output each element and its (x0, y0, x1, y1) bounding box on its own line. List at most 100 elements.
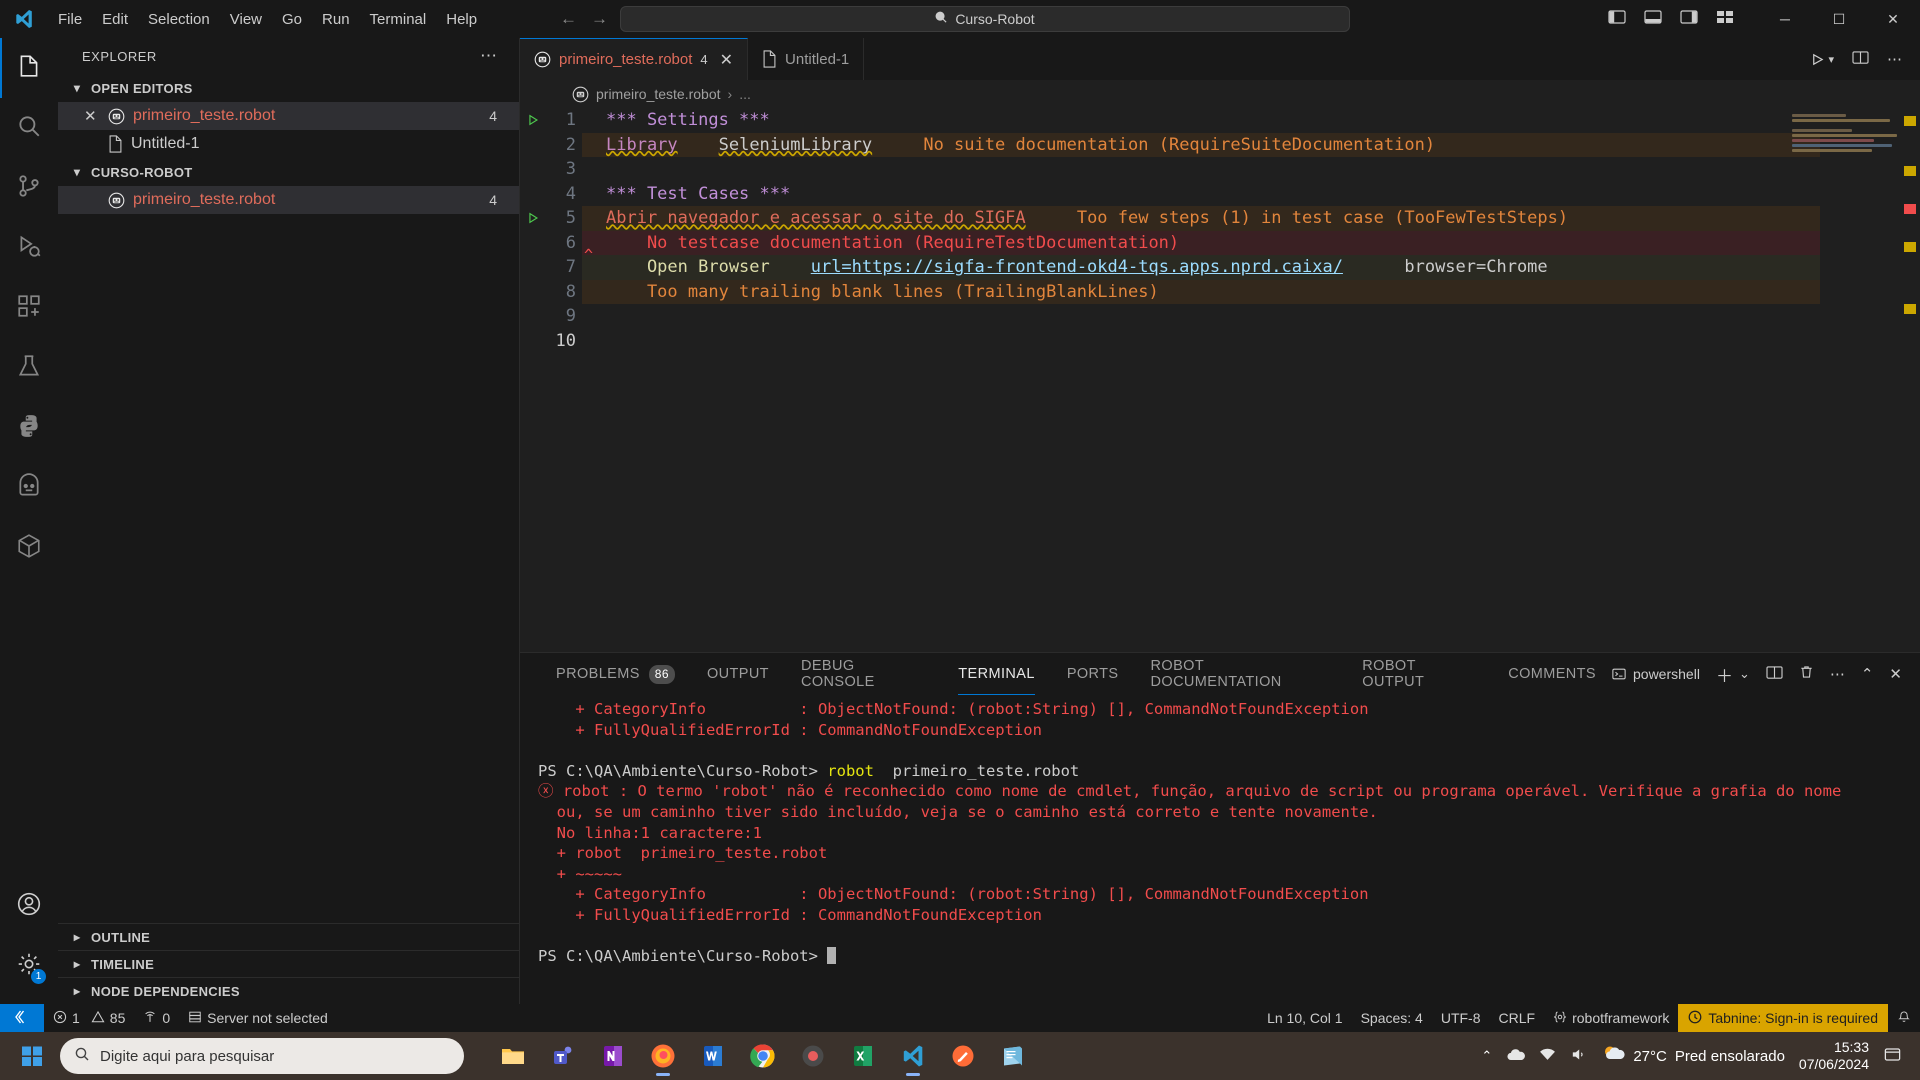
panel-tab-terminal[interactable]: TERMINAL (942, 653, 1051, 695)
sidebar-more-actions-icon[interactable]: ⋯ (480, 46, 499, 66)
command-center[interactable]: Curso-Robot (620, 6, 1350, 32)
panel-tab-problems[interactable]: PROBLEMS 86 (540, 653, 691, 695)
status-indentation[interactable]: Spaces: 4 (1352, 1004, 1432, 1032)
taskbar-app-file-explorer[interactable] (490, 1034, 536, 1078)
maximize-panel-icon[interactable]: ⌃ (1861, 665, 1874, 683)
line-content[interactable]: Library SeleniumLibrary No suite documen… (592, 133, 1920, 158)
terminal-shell-selector[interactable]: powershell (1612, 666, 1700, 682)
code-line[interactable]: 4 *** Test Cases *** (520, 182, 1920, 207)
breadcrumb[interactable]: primeiro_teste.robot › ... (520, 80, 1920, 108)
breadcrumb-file[interactable]: primeiro_teste.robot (596, 86, 721, 102)
line-content[interactable]: Open Browser url=https://sigfa-frontend-… (592, 255, 1920, 280)
onedrive-icon[interactable] (1506, 1045, 1526, 1067)
activity-package[interactable] (0, 518, 58, 578)
close-panel-icon[interactable]: ✕ (1889, 665, 1902, 683)
window-maximize-button[interactable]: ☐ (1812, 0, 1866, 38)
taskbar-app-firefox[interactable] (640, 1034, 686, 1078)
code-editor[interactable]: 1 *** Settings *** 2 Library SeleniumLibrar… (520, 108, 1920, 652)
notification-icon[interactable] (1883, 1045, 1902, 1067)
run-or-debug-button[interactable]: ▾ (1810, 52, 1834, 67)
terminal-output[interactable]: + CategoryInfo : ObjectNotFound: (robot:… (520, 695, 1920, 1004)
line-content[interactable]: *** Settings *** (592, 108, 1920, 133)
customize-layout-icon[interactable] (1716, 9, 1734, 29)
code-lines[interactable]: 1 *** Settings *** 2 Library SeleniumLibrar… (520, 108, 1920, 652)
close-icon[interactable]: ✕ (84, 107, 100, 125)
activity-source-control[interactable] (0, 158, 58, 218)
navigation-arrows[interactable]: ← → (560, 9, 608, 29)
remote-window-button[interactable] (0, 1004, 44, 1032)
layout-controls[interactable] (1608, 9, 1758, 29)
menu-help[interactable]: Help (436, 7, 487, 32)
panel-tab-robot-documentation[interactable]: ROBOT DOCUMENTATION (1135, 653, 1347, 695)
status-cursor-position[interactable]: Ln 10, Col 1 (1258, 1004, 1352, 1032)
line-content[interactable]: Abrir navegador e acessar o site do SIGF… (592, 206, 1920, 231)
editor-more-actions-icon[interactable]: ⋯ (1887, 50, 1902, 68)
file-primeiro-teste-robot[interactable]: primeiro_teste.robot 4 (58, 186, 519, 214)
window-minimize-button[interactable]: ─ (1758, 0, 1812, 38)
start-button[interactable] (8, 1036, 56, 1076)
status-encoding[interactable]: UTF-8 (1432, 1004, 1490, 1032)
section-open-editors[interactable]: ▾ OPEN EDITORS (58, 74, 519, 102)
section-curso-robot[interactable]: ▾ CURSO-ROBOT (58, 158, 519, 186)
editor-scrollbar[interactable] (1904, 108, 1918, 652)
taskbar-app-microsoft-teams[interactable] (540, 1034, 586, 1078)
terminal-dropdown-icon[interactable]: ⌄ (1739, 666, 1750, 682)
kill-terminal-icon[interactable] (1799, 664, 1814, 684)
activity-accounts[interactable] (0, 876, 58, 936)
new-terminal-button[interactable]: ＋ (1716, 662, 1733, 687)
menu-go[interactable]: Go (272, 7, 312, 32)
run-test-icon[interactable] (520, 113, 546, 127)
tab-primeiro-teste-robot[interactable]: primeiro_teste.robot 4 ✕ (520, 38, 749, 80)
network-icon[interactable] (1539, 1046, 1556, 1066)
line-content[interactable]: *** Test Cases *** (592, 182, 1920, 207)
window-close-button[interactable]: ✕ (1866, 0, 1920, 38)
code-line[interactable]: 10 (520, 329, 1920, 354)
go-forward-icon[interactable]: → (591, 9, 608, 29)
section-timeline[interactable]: ▸ TIMELINE (58, 950, 519, 977)
activity-testing[interactable] (0, 338, 58, 398)
taskbar-app-microsoft-word[interactable] (690, 1034, 736, 1078)
menu-edit[interactable]: Edit (92, 7, 138, 32)
breadcrumb-ellipsis[interactable]: ... (739, 86, 751, 102)
taskbar-clock[interactable]: 15:33 07/06/2024 (1799, 1039, 1869, 1073)
taskbar-search[interactable]: Digite aqui para pesquisar (60, 1038, 464, 1074)
panel-tab-ports[interactable]: PORTS (1051, 653, 1135, 695)
taskbar-app-recording[interactable] (790, 1034, 836, 1078)
taskbar-app-visual-studio-code[interactable] (890, 1034, 936, 1078)
panel-more-actions-icon[interactable]: ⋯ (1830, 665, 1845, 683)
status-notifications[interactable] (1888, 1004, 1920, 1032)
panel-tab-output[interactable]: OUTPUT (691, 653, 785, 695)
code-line[interactable]: 1 *** Settings *** (520, 108, 1920, 133)
menu-run[interactable]: Run (312, 7, 360, 32)
status-eol[interactable]: CRLF (1490, 1004, 1545, 1032)
panel-tab-comments[interactable]: COMMENTS (1492, 653, 1612, 695)
toggle-secondary-sidebar-icon[interactable] (1680, 9, 1698, 29)
tab-close-icon[interactable]: ✕ (720, 50, 733, 70)
toggle-panel-icon[interactable] (1644, 9, 1662, 29)
menu-view[interactable]: View (220, 7, 272, 32)
code-line[interactable]: 8 Too many trailing blank lines (Trailin… (520, 279, 1920, 304)
line-content[interactable]: No testcase documentation (RequireTestDo… (592, 231, 1920, 256)
activity-robot-framework[interactable] (0, 458, 58, 518)
split-terminal-icon[interactable] (1766, 665, 1783, 684)
status-tabnine[interactable]: Tabnine: Sign-in is required (1678, 1004, 1888, 1032)
taskbar-weather[interactable]: 27°C Pred ensolarado (1601, 1042, 1785, 1070)
open-editor-primeiro-teste[interactable]: ✕ primeiro_teste.robot 4 (58, 102, 519, 130)
status-ports[interactable]: 0 (134, 1004, 179, 1032)
taskbar-app-notepad[interactable] (990, 1034, 1036, 1078)
menu-file[interactable]: File (48, 7, 92, 32)
status-problems[interactable]: 1 85 (44, 1004, 134, 1032)
taskbar-app-google-chrome[interactable] (740, 1034, 786, 1078)
panel-tab-robot-output[interactable]: ROBOT OUTPUT (1346, 653, 1492, 695)
activity-run-debug[interactable] (0, 218, 58, 278)
code-line[interactable]: 3 (520, 157, 1920, 182)
panel-tab-debug-console[interactable]: DEBUG CONSOLE (785, 653, 942, 695)
status-server[interactable]: Server not selected (179, 1004, 337, 1032)
code-line[interactable]: 5 Abrir navegador e acessar o site do SIG… (520, 206, 1920, 231)
taskbar-app-onenote[interactable] (590, 1034, 636, 1078)
tray-expand-icon[interactable]: ⌃ (1481, 1048, 1492, 1064)
volume-icon[interactable] (1570, 1046, 1587, 1066)
go-back-icon[interactable]: ← (560, 9, 577, 29)
taskbar-app-microsoft-excel[interactable] (840, 1034, 886, 1078)
activity-manage-settings[interactable]: 1 (0, 936, 58, 996)
